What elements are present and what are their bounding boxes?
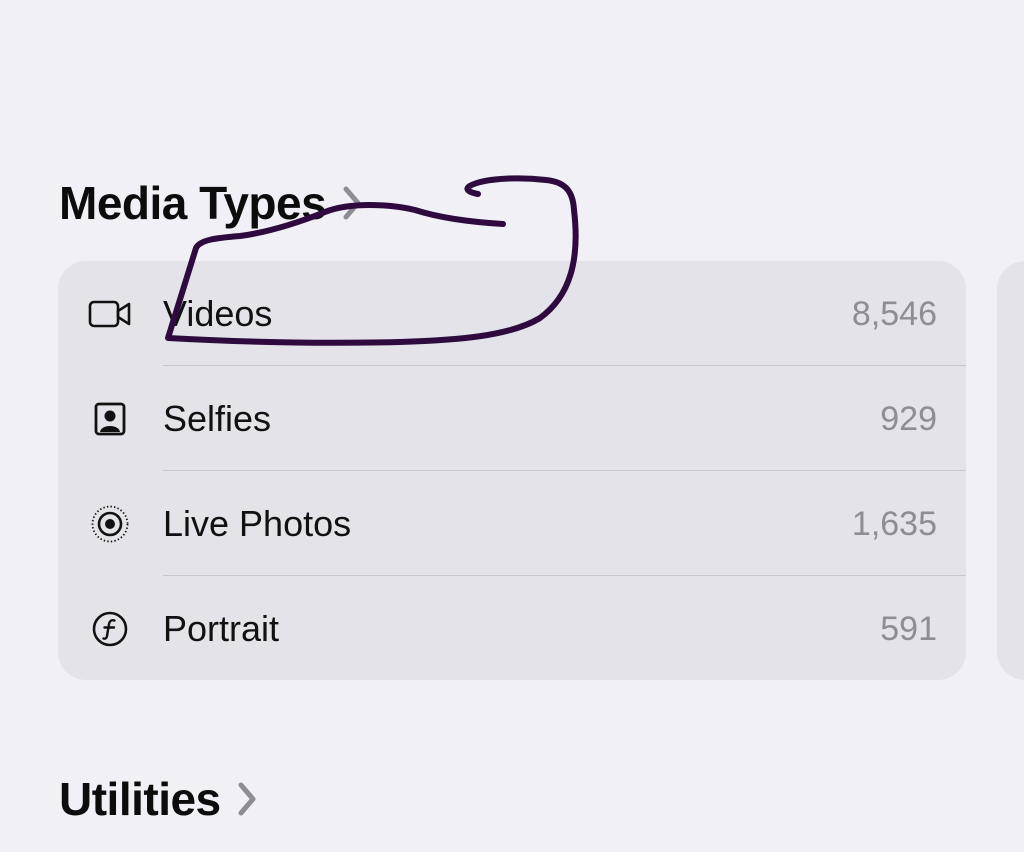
selfies-label: Selfies xyxy=(163,398,272,439)
portrait-f-icon xyxy=(88,610,132,648)
list-item-selfies[interactable]: Selfies 929 xyxy=(58,366,966,471)
portrait-label: Portrait xyxy=(163,608,280,649)
live-photo-icon xyxy=(88,505,132,543)
selfie-portrait-icon xyxy=(88,400,132,438)
selfies-count: 929 xyxy=(880,400,937,438)
media-types-title: Media Types xyxy=(59,177,327,229)
chevron-right-icon xyxy=(340,183,364,223)
list-item-videos[interactable]: Videos 8,546 xyxy=(58,261,966,366)
live-photos-label: Live Photos xyxy=(163,503,352,544)
list-item-portrait[interactable]: Portrait 591 xyxy=(58,576,966,680)
portrait-count: 591 xyxy=(880,610,937,648)
adjacent-card xyxy=(997,261,1024,680)
live-photos-count: 1,635 xyxy=(851,505,937,543)
videos-label: Videos xyxy=(163,293,273,334)
video-camera-icon xyxy=(88,295,132,333)
list-item-live-photos[interactable]: Live Photos 1,635 xyxy=(58,471,966,576)
media-types-header[interactable]: Media Types xyxy=(59,180,364,226)
utilities-title: Utilities xyxy=(59,773,221,825)
media-types-list: Videos 8,546 Selfies 929 Live Photos 1,6… xyxy=(58,261,966,680)
utilities-header[interactable]: Utilities xyxy=(59,776,259,822)
chevron-right-icon xyxy=(235,779,259,819)
videos-count: 8,546 xyxy=(851,295,937,333)
